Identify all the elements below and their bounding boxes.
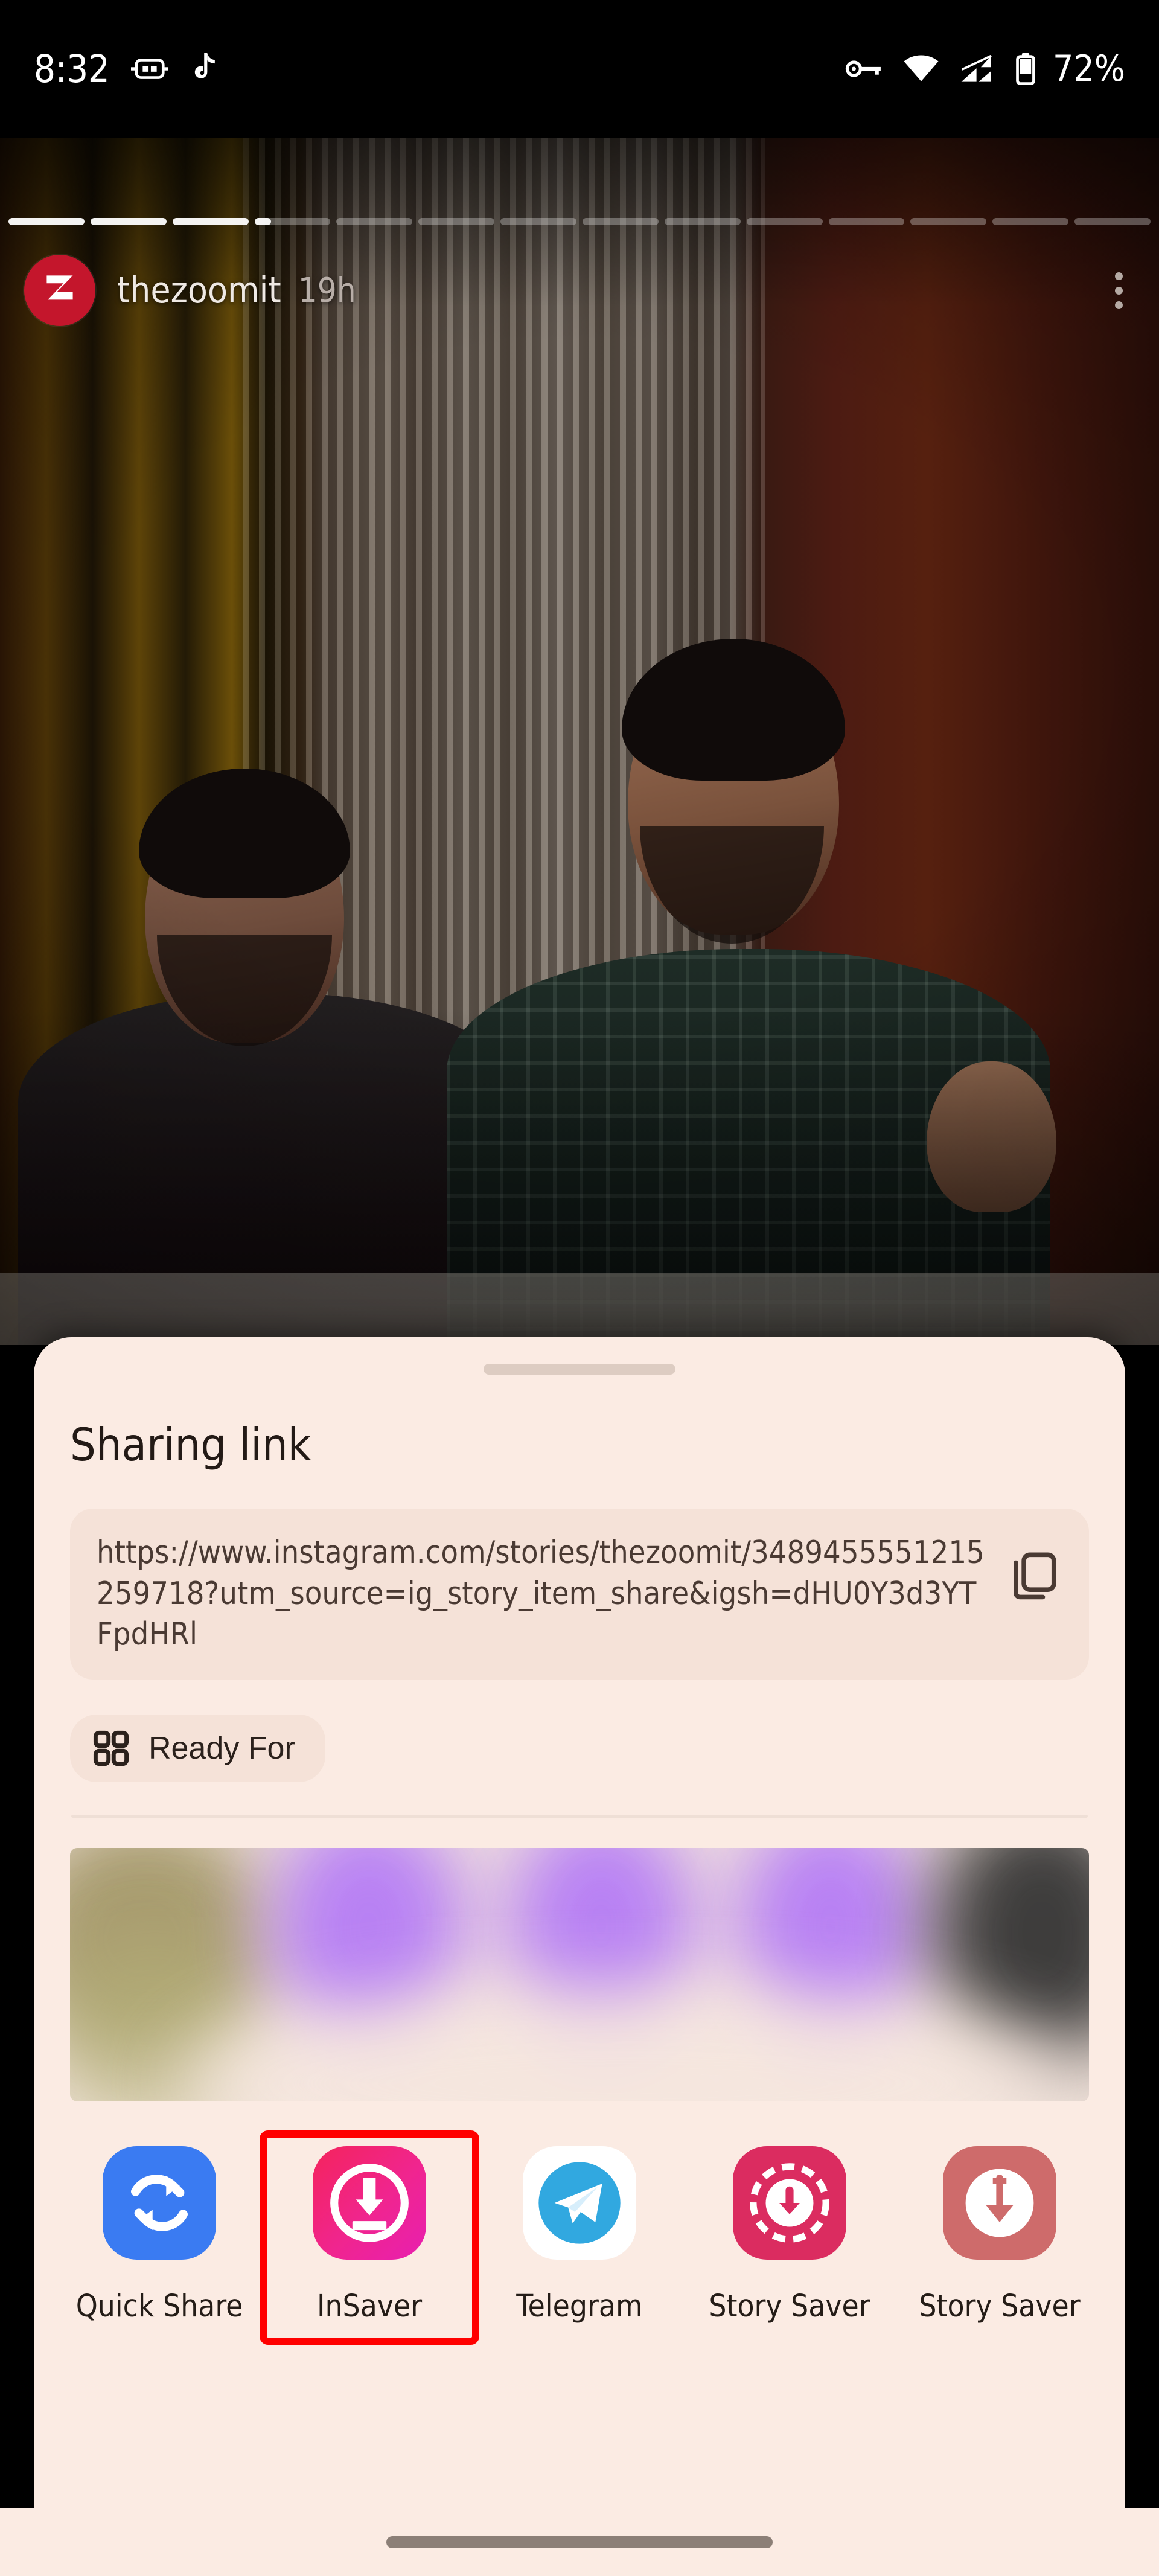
sheet-drag-handle[interactable]	[484, 1364, 675, 1375]
story-progress-segment[interactable]	[8, 218, 85, 225]
story-progress-segment[interactable]	[828, 218, 905, 225]
blurred-suggestions-strip[interactable]	[70, 1847, 1089, 2101]
share-target-quick-share[interactable]: Quick Share	[54, 2135, 264, 2340]
copy-link-button[interactable]	[1007, 1533, 1062, 1605]
story-progress-fill	[8, 218, 85, 225]
vpn-key-icon	[845, 60, 881, 77]
share-target-story-saver[interactable]: Story Saver	[685, 2135, 895, 2340]
story-progress-segment[interactable]	[1074, 218, 1151, 225]
link-preview-card[interactable]: https://www.instagram.com/stories/thezoo…	[70, 1509, 1089, 1680]
app-icon-wrapper	[733, 2146, 846, 2260]
status-bar-left: 8:32	[34, 50, 220, 88]
status-clock: 8:32	[34, 46, 110, 91]
instagram-story-media[interactable]: thezoomit 19h	[0, 138, 1159, 1345]
share-sheet: Sharing link https://www.instagram.com/s…	[34, 1337, 1125, 2508]
cellular-signal-icon	[961, 55, 992, 82]
insaver-download-icon	[313, 2146, 426, 2260]
kebab-dot	[1115, 272, 1123, 280]
sheet-title: Sharing link	[70, 1418, 311, 1471]
app-icon-wrapper	[943, 2146, 1056, 2260]
copy-icon	[1014, 1552, 1056, 1600]
tiktok-music-note-icon	[195, 53, 216, 78]
story-timestamp: 19h	[298, 270, 356, 310]
system-nav-bar	[0, 2508, 1159, 2576]
screen-record-icon	[131, 59, 169, 79]
story-saver-arrow-icon	[943, 2146, 1056, 2260]
story-progress-bars[interactable]	[8, 218, 1151, 225]
ready-for-label: Ready For	[148, 1730, 295, 1766]
story-progress-segment[interactable]	[583, 218, 659, 225]
share-target-label: InSaver	[316, 2288, 423, 2324]
story-progress-segment[interactable]	[664, 218, 741, 225]
app-icon-wrapper	[103, 2146, 216, 2260]
story-progress-segment[interactable]	[746, 218, 823, 225]
share-target-label: Story Saver	[709, 2288, 870, 2324]
share-target-story-saver[interactable]: Story Saver	[895, 2135, 1105, 2340]
story-progress-segment[interactable]	[172, 218, 249, 225]
kebab-menu-icon[interactable]	[1103, 260, 1135, 321]
share-target-label: Story Saver	[919, 2288, 1081, 2324]
kebab-dot	[1115, 286, 1123, 295]
battery-icon	[1016, 53, 1035, 85]
home-gesture-pill[interactable]	[386, 2536, 773, 2548]
story-progress-segment[interactable]	[418, 218, 495, 225]
story-progress-segment[interactable]	[90, 218, 167, 225]
share-target-app-row: Quick Share InSaver Telegram Story Saver	[34, 2130, 1125, 2345]
status-bar-right: 72%	[845, 51, 1125, 87]
grid-apps-icon	[93, 1730, 129, 1766]
story-header: thezoomit 19h	[0, 245, 1159, 336]
app-icon-wrapper	[523, 2146, 636, 2260]
quick-share-icon	[103, 2146, 216, 2260]
story-username[interactable]: thezoomit	[117, 269, 281, 312]
story-progress-segment[interactable]	[992, 218, 1069, 225]
story-progress-segment[interactable]	[910, 218, 987, 225]
share-target-label: Telegram	[516, 2288, 643, 2324]
story-saver-dashed-icon	[733, 2146, 846, 2260]
app-icon-wrapper	[313, 2146, 426, 2260]
wifi-icon	[904, 55, 939, 81]
phone-screen: thezoomit 19h 8:32 72% Sharing link http…	[0, 0, 1159, 2576]
story-progress-segment[interactable]	[336, 218, 413, 225]
avatar[interactable]	[24, 255, 95, 326]
story-progress-fill	[172, 218, 249, 225]
share-target-label: Quick Share	[75, 2288, 243, 2324]
share-target-telegram[interactable]: Telegram	[474, 2135, 685, 2340]
story-progress-fill	[254, 218, 272, 225]
telegram-icon	[523, 2146, 636, 2260]
status-bar: 8:32 72%	[0, 0, 1159, 138]
share-link-url: https://www.instagram.com/stories/thezoo…	[97, 1535, 985, 1653]
story-progress-fill	[90, 218, 167, 225]
story-progress-segment[interactable]	[254, 218, 331, 225]
battery-percent: 72%	[1053, 48, 1125, 90]
story-progress-segment[interactable]	[500, 218, 577, 225]
kebab-dot	[1115, 301, 1123, 309]
zoomit-logo-icon	[46, 275, 73, 300]
ready-for-chip[interactable]: Ready For	[70, 1714, 325, 1782]
share-target-insaver-highlighted[interactable]: InSaver	[260, 2130, 479, 2345]
sheet-divider	[71, 1814, 1088, 1818]
